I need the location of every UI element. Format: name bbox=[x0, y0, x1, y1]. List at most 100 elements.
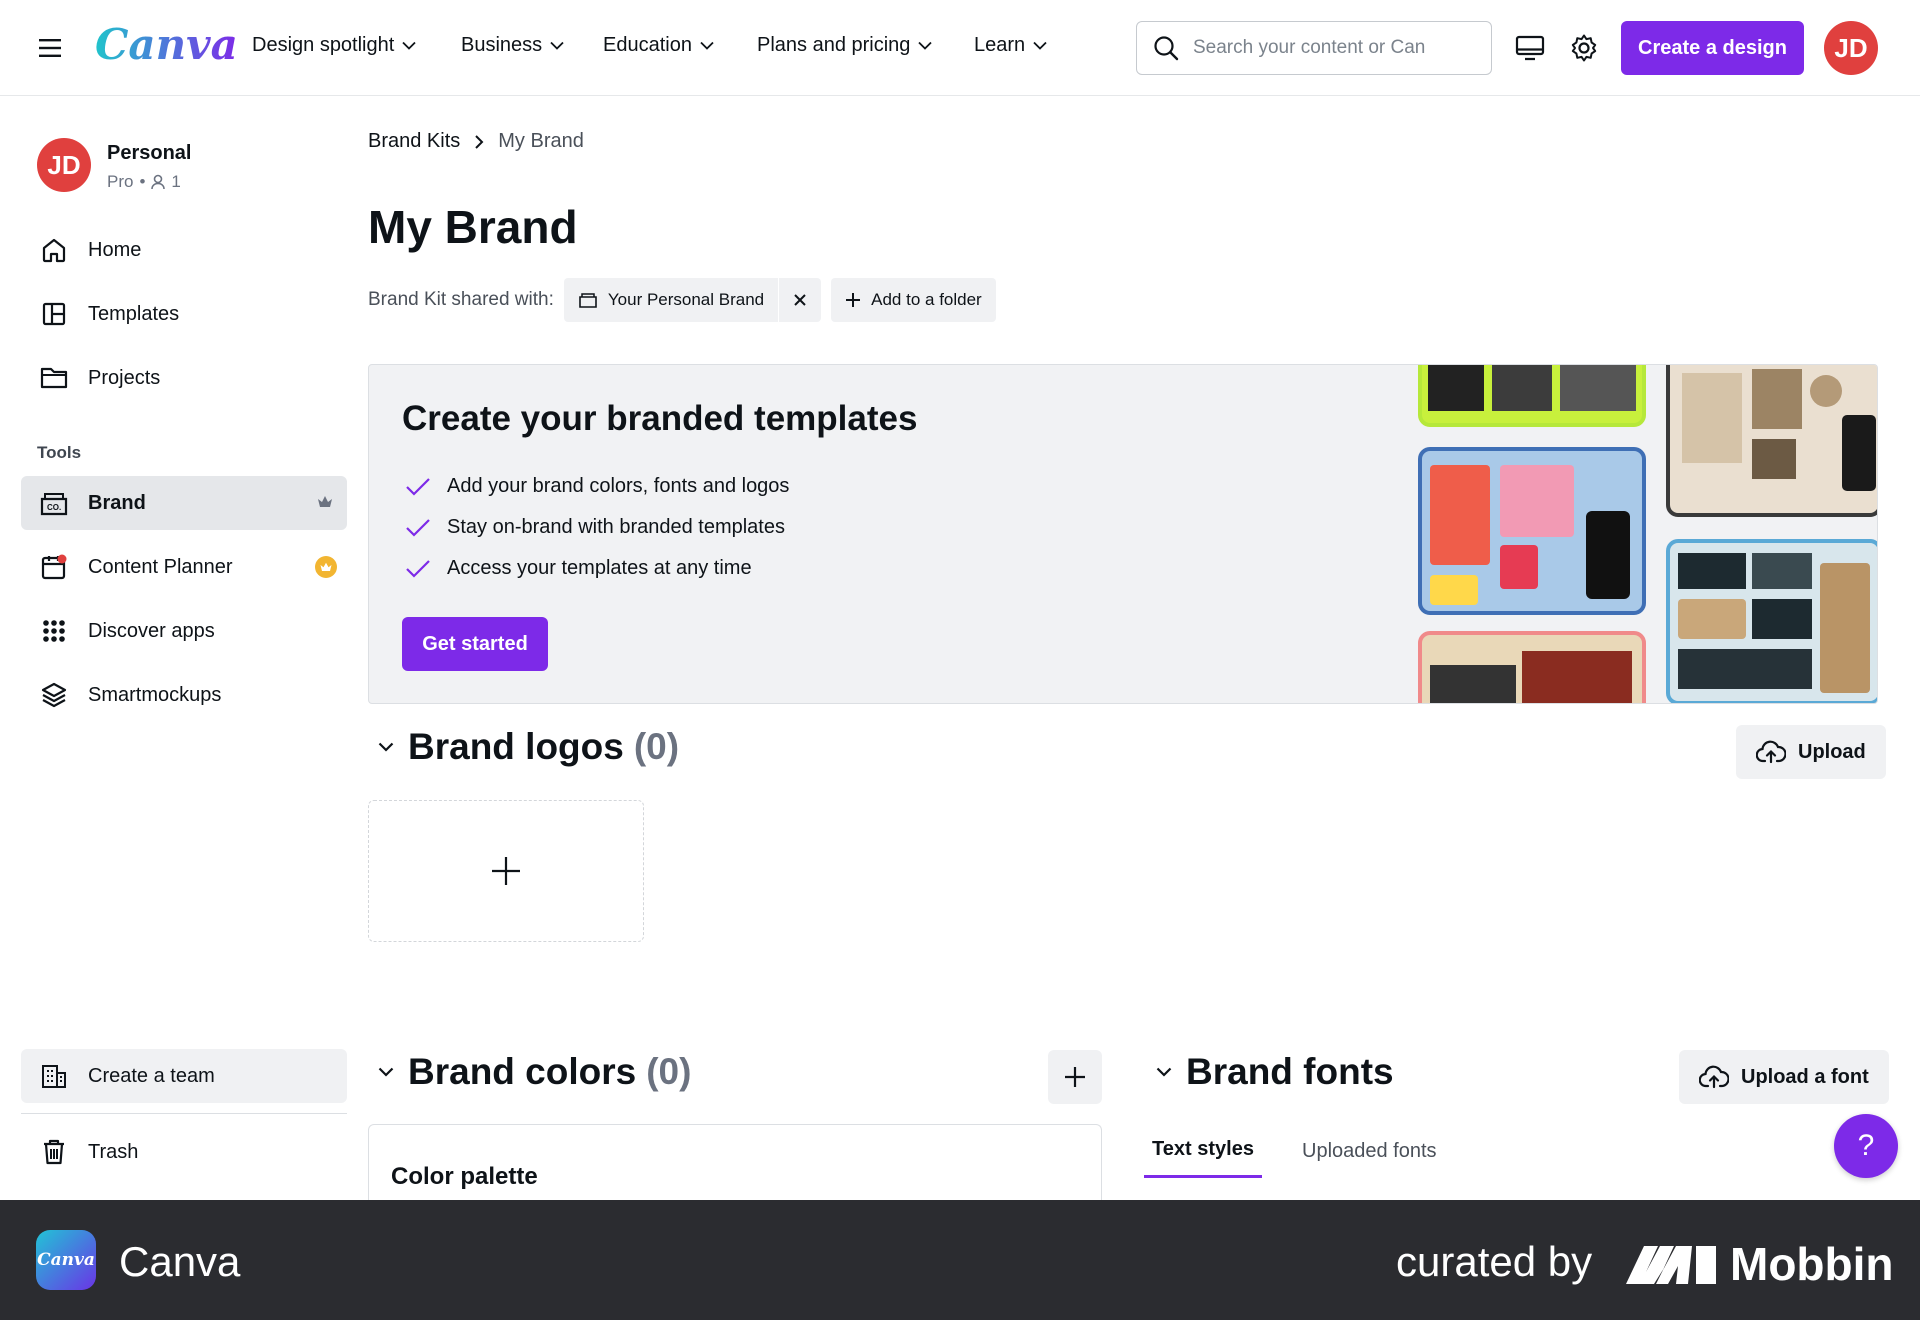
help-button[interactable]: ? bbox=[1834, 1114, 1898, 1178]
tab-uploaded-fonts[interactable]: Uploaded fonts bbox=[1302, 1124, 1437, 1178]
section-title-text: Brand colors (0) bbox=[408, 1051, 691, 1093]
canva-logo[interactable]: Canva bbox=[95, 20, 238, 69]
account-name[interactable]: Personal bbox=[107, 142, 191, 165]
upload-logo-button[interactable]: Upload bbox=[1736, 725, 1886, 779]
plus-icon bbox=[846, 293, 861, 307]
add-to-folder-button[interactable]: Add to a folder bbox=[831, 278, 996, 322]
tab-text-styles[interactable]: Text styles bbox=[1144, 1124, 1262, 1178]
tools-heading: Tools bbox=[37, 443, 82, 462]
shared-label: Brand Kit shared with: bbox=[368, 289, 554, 310]
premium-crown-badge-icon bbox=[315, 556, 337, 578]
add-color-plus-icon[interactable] bbox=[1048, 1050, 1102, 1104]
calendar-icon bbox=[38, 551, 70, 583]
search-icon bbox=[1154, 36, 1179, 61]
sidebar-item-label: Discover apps bbox=[88, 619, 215, 642]
account-plan: Pro bbox=[107, 172, 134, 191]
brand-colors-heading[interactable]: Brand colors (0) bbox=[378, 1051, 691, 1093]
chevron-down-icon bbox=[1156, 1067, 1172, 1077]
top-bar: Canva Design spotlight Business Educatio… bbox=[0, 0, 1920, 96]
nav-label: Business bbox=[461, 34, 543, 56]
promo-bullet-text: Stay on-brand with branded templates bbox=[447, 516, 785, 538]
nav-label: Education bbox=[603, 34, 692, 56]
section-title-count: (0) bbox=[646, 1051, 692, 1092]
nav-education[interactable]: Education bbox=[603, 34, 714, 57]
nav-learn[interactable]: Learn bbox=[974, 34, 1047, 57]
upload-font-button[interactable]: Upload a font bbox=[1679, 1050, 1889, 1104]
checkmark-icon bbox=[406, 518, 430, 537]
member-icon bbox=[151, 174, 166, 190]
brand-icon: CO. bbox=[38, 487, 70, 519]
sidebar-item-label: Content Planner bbox=[88, 555, 233, 578]
promo-bullet-text: Add your brand colors, fonts and logos bbox=[447, 475, 790, 497]
chevron-down-icon bbox=[918, 41, 933, 50]
sidebar-item-label: Brand bbox=[88, 491, 146, 514]
sidebar-item-label: Home bbox=[88, 238, 142, 261]
upload-font-label: Upload a font bbox=[1741, 1065, 1869, 1088]
remove-share-close-icon[interactable] bbox=[779, 278, 821, 322]
search-input[interactable] bbox=[1193, 37, 1463, 59]
add-logo-tile[interactable] bbox=[368, 800, 644, 942]
nav-plans-pricing[interactable]: Plans and pricing bbox=[757, 34, 933, 57]
get-started-button[interactable]: Get started bbox=[402, 617, 548, 671]
sidebar-item-label: Smartmockups bbox=[88, 683, 222, 706]
settings-gear-icon[interactable] bbox=[1564, 28, 1604, 68]
canva-app-icon-text: Canva bbox=[37, 1250, 95, 1270]
account-avatar[interactable]: JD bbox=[37, 138, 91, 192]
brand-logos-heading[interactable]: Brand logos (0) bbox=[378, 726, 679, 768]
template-thumbnail-yoga bbox=[1666, 365, 1877, 517]
chevron-down-icon bbox=[402, 41, 416, 50]
home-icon bbox=[38, 234, 70, 266]
sidebar-item-label: Projects bbox=[88, 366, 161, 389]
section-title-label: Brand colors bbox=[408, 1051, 637, 1092]
breadcrumb-current: My Brand bbox=[498, 130, 584, 152]
hamburger-menu-icon[interactable] bbox=[30, 28, 70, 68]
mobbin-mark-icon bbox=[1626, 1246, 1716, 1284]
sidebar-item-discover-apps[interactable]: Discover apps bbox=[21, 604, 347, 658]
promo-title: Create your branded templates bbox=[402, 399, 918, 438]
sidebar-item-templates[interactable]: Templates bbox=[21, 287, 347, 341]
chevron-down-icon bbox=[378, 742, 394, 752]
sidebar: JD Personal Pro • 1 Home Templates Proje… bbox=[0, 97, 368, 1200]
section-title-text: Brand logos (0) bbox=[408, 726, 679, 768]
desktop-app-icon[interactable] bbox=[1510, 28, 1550, 68]
nav-label: Learn bbox=[974, 34, 1026, 56]
template-thumbnail-food-delivery bbox=[1418, 447, 1646, 615]
template-thumbnail-cooking bbox=[1418, 631, 1646, 703]
plus-icon bbox=[492, 857, 520, 885]
sidebar-item-trash[interactable]: Trash bbox=[21, 1125, 347, 1179]
chevron-down-icon bbox=[1033, 41, 1047, 50]
create-team-button[interactable]: Create a team bbox=[21, 1049, 347, 1103]
canva-app-icon: Canva bbox=[36, 1230, 96, 1290]
sidebar-item-home[interactable]: Home bbox=[21, 223, 347, 277]
template-thumbnail-dumplings bbox=[1666, 539, 1877, 703]
checkmark-icon bbox=[406, 559, 430, 578]
sidebar-item-brand[interactable]: CO. Brand bbox=[21, 476, 347, 530]
sidebar-item-label: Templates bbox=[88, 302, 180, 325]
apps-grid-icon bbox=[38, 615, 70, 647]
nav-business[interactable]: Business bbox=[461, 34, 564, 57]
user-avatar[interactable]: JD bbox=[1824, 21, 1878, 75]
upload-label: Upload bbox=[1798, 740, 1866, 763]
building-icon bbox=[38, 1060, 70, 1092]
mobbin-wordmark: Mobbin bbox=[1730, 1238, 1894, 1290]
sidebar-item-label: Trash bbox=[88, 1140, 139, 1163]
shared-chip-label: Your Personal Brand bbox=[607, 290, 765, 309]
branded-templates-promo: Create your branded templates Add your b… bbox=[368, 364, 1878, 704]
brand-fonts-heading[interactable]: Brand fonts bbox=[1156, 1051, 1394, 1093]
page-title: My Brand bbox=[368, 201, 578, 253]
breadcrumb-brand-kits[interactable]: Brand Kits bbox=[368, 130, 460, 153]
mobbin-logo: Mobbin bbox=[1626, 1237, 1894, 1291]
sidebar-item-smartmockups[interactable]: Smartmockups bbox=[21, 668, 347, 722]
footer-banner: Canva Canva curated by Mobbin bbox=[0, 1200, 1920, 1320]
shared-chip: Your Personal Brand bbox=[563, 278, 822, 322]
nav-label: Design spotlight bbox=[252, 34, 395, 56]
sidebar-item-projects[interactable]: Projects bbox=[21, 351, 347, 405]
account-members: 1 bbox=[171, 172, 181, 191]
search-box[interactable] bbox=[1136, 21, 1492, 75]
sidebar-item-content-planner[interactable]: Content Planner bbox=[21, 540, 347, 594]
create-design-button[interactable]: Create a design bbox=[1621, 21, 1804, 75]
nav-design-spotlight[interactable]: Design spotlight bbox=[252, 34, 416, 57]
brand-icon bbox=[579, 293, 597, 308]
shared-chip-content[interactable]: Your Personal Brand bbox=[578, 290, 778, 310]
section-title-count: (0) bbox=[633, 726, 680, 767]
